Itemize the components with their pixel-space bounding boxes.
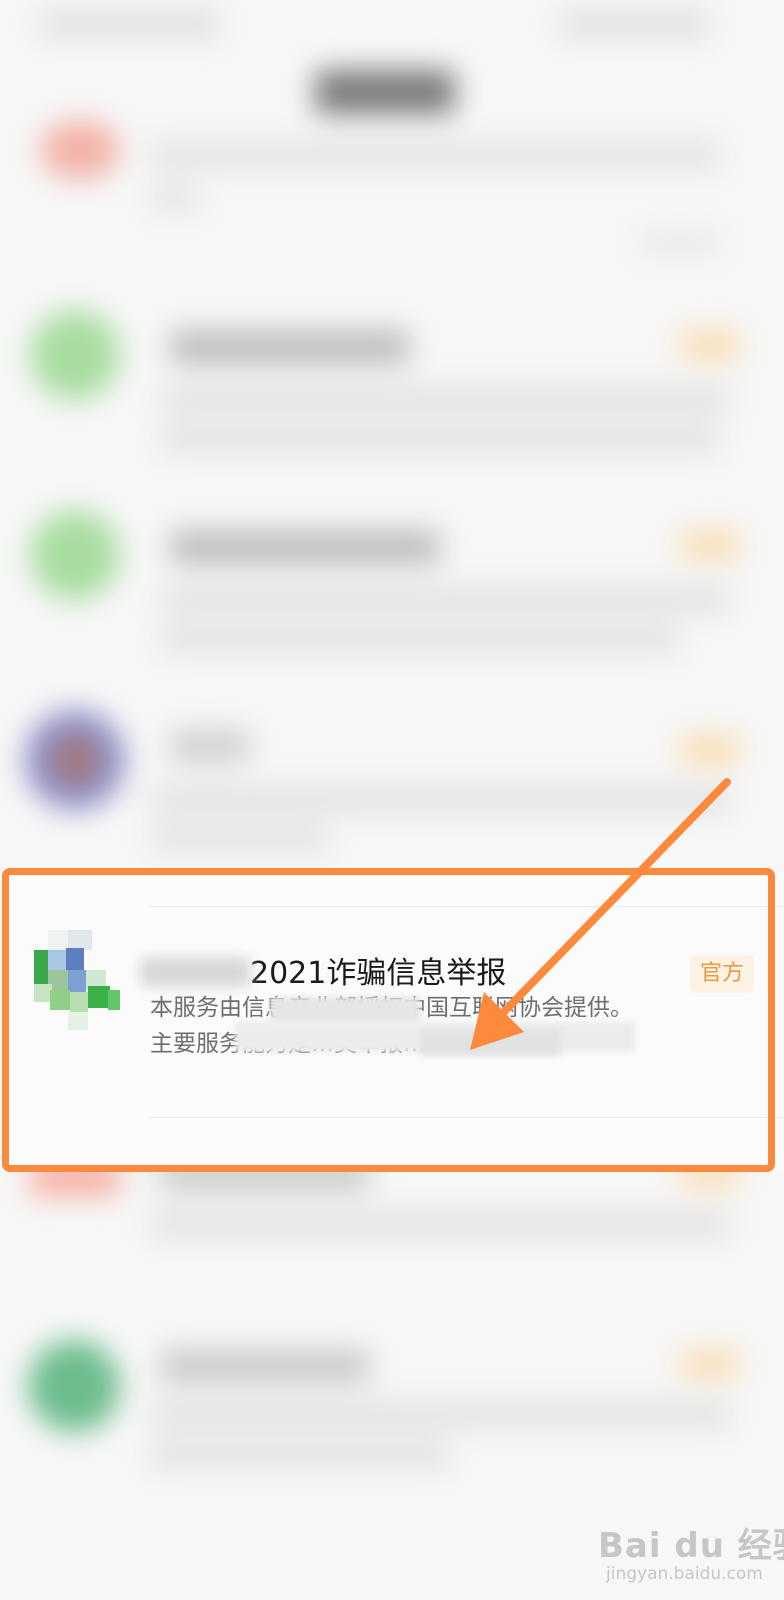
watermark-brand: Bai du 经验 [598, 1526, 784, 1566]
baidu-jingyan-watermark: Bai du 经验 jingyan.baidu.com [598, 1510, 784, 1590]
watermark-url: jingyan.baidu.com [606, 1564, 763, 1584]
orange-arrow-icon [470, 778, 731, 1050]
